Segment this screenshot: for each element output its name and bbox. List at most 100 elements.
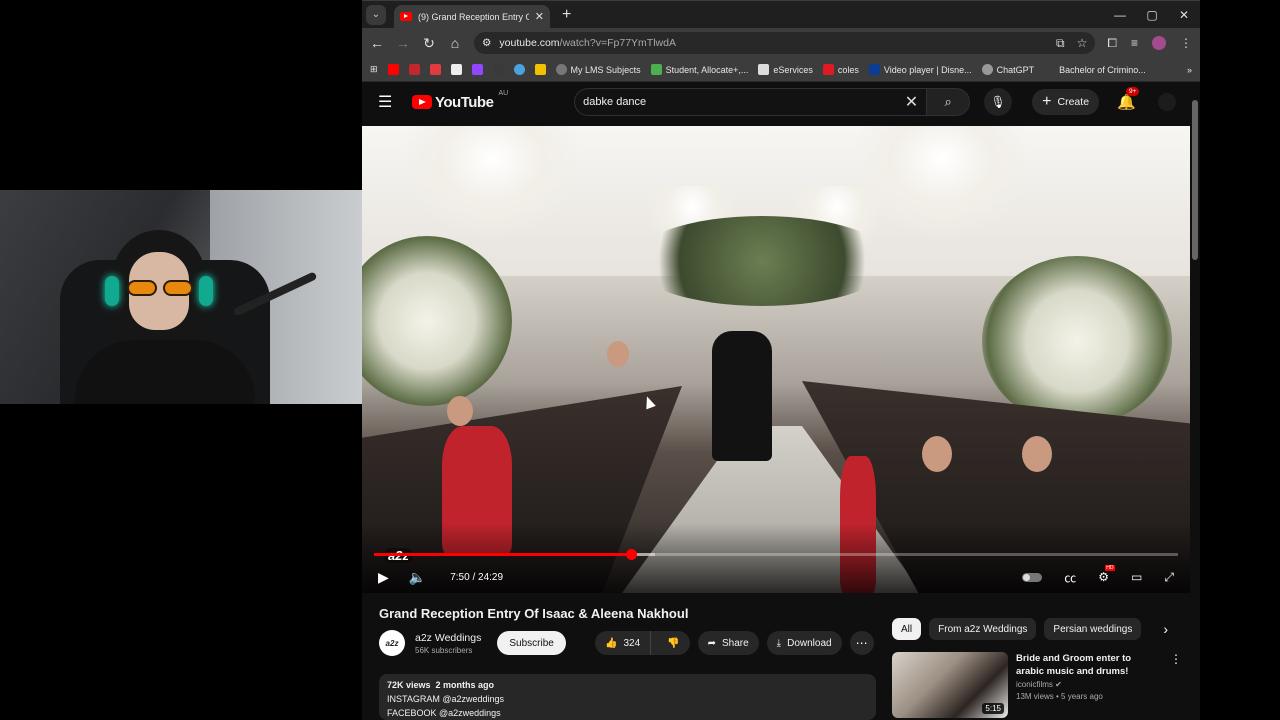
recommended-thumbnail[interactable]: 5:15 [892, 652, 1008, 718]
forward-icon[interactable]: → [396, 35, 410, 51]
minimize-icon[interactable]: — [1104, 8, 1136, 22]
subscribe-button[interactable]: Subscribe [497, 631, 566, 655]
site-info-icon[interactable]: ⚙ [482, 37, 491, 49]
more-bookmarks-icon[interactable]: » [1187, 65, 1192, 75]
autoplay-toggle[interactable] [1022, 572, 1043, 582]
thumbs-down-icon: 👎 [667, 637, 680, 649]
video-actions: 👍 324 👎 ➦ Share ⤓ Download ⋯ [595, 631, 874, 655]
microphone-icon: 🎙 [990, 95, 1006, 109]
chip-all[interactable]: All [892, 618, 922, 640]
page-scrollbar[interactable] [1192, 88, 1198, 720]
url-host: youtube.com [499, 37, 560, 49]
video-player[interactable]: a2z ▶ 🔈 7:50 / 24:29 ㏄ ⚙ ▭ ⤢ [362, 126, 1190, 593]
bookmark-rank-icon[interactable] [429, 64, 441, 75]
clear-search-icon[interactable]: ✕ [905, 92, 918, 112]
description-line: FACEBOOK @a2zweddings [387, 708, 501, 718]
bookmark-allocate[interactable]: Student, Allocate+,... [650, 64, 748, 75]
more-actions-icon[interactable]: ⋯ [849, 631, 874, 655]
scrollbar-thumb[interactable] [1192, 100, 1198, 260]
media-controls-icon[interactable]: ≡ [1131, 36, 1138, 50]
address-bar[interactable]: ⚙ youtube.com/watch?v=Fp77YmTlwdA ⧉ ☆ [474, 32, 1096, 54]
related-chips: All From a2z Weddings Persian weddings › [892, 618, 1168, 640]
headset-icon [105, 276, 119, 306]
bookmark-yellow-icon[interactable] [534, 64, 546, 75]
allocate-icon [650, 64, 662, 75]
played-bar [374, 553, 632, 556]
bookmark-coles[interactable]: coles [822, 64, 859, 75]
video-title: Grand Reception Entry Of Isaac & Aleena … [379, 606, 689, 621]
bookmark-disney[interactable]: Video player | Disne... [868, 64, 972, 75]
bookmark-dark-icon[interactable] [492, 64, 504, 75]
menu-hamburger-icon[interactable]: ☰ [378, 92, 396, 112]
bookmark-lms[interactable]: My LMS Subjects [555, 64, 641, 75]
bookmark-white-icon[interactable] [450, 64, 462, 75]
tab-active[interactable]: (9) Grand Reception Entry Of Isaac ✕ [394, 4, 550, 29]
notifications-button[interactable]: 🔔 9+ [1117, 87, 1140, 111]
maximize-icon[interactable]: ▢ [1136, 8, 1168, 22]
bookmark-eservices[interactable]: eServices [758, 64, 813, 75]
youtube-logo[interactable]: YouTube AU [412, 90, 508, 111]
recommended-channel: iconicfilms ✔ [1016, 680, 1062, 689]
reload-icon[interactable]: ↻ [422, 35, 436, 52]
youtube-favicon-icon [400, 12, 412, 21]
verified-icon: ✔ [1055, 680, 1062, 689]
settings-icon[interactable]: ⚙ [1098, 565, 1115, 584]
share-icon: ➦ [707, 637, 716, 649]
bookmark-criminology[interactable]: Bachelor of Crimino... [1044, 64, 1146, 75]
share-button[interactable]: ➦ Share [697, 631, 759, 655]
dislike-button[interactable]: 👎 [657, 631, 689, 655]
recommended-video[interactable]: 5:15 Bride and Groom enter to arabic mus… [892, 652, 1182, 718]
bookmark-red-icon[interactable] [408, 64, 420, 75]
coles-icon [822, 64, 834, 75]
search-query: dabke dance [583, 96, 647, 108]
volume-icon[interactable]: 🔈 [409, 569, 426, 586]
url-path: /watch?v=Fp77YmTlwdA [559, 37, 676, 49]
account-avatar[interactable] [1157, 93, 1176, 111]
new-tab-button[interactable]: + [562, 6, 571, 24]
chip-persian-weddings[interactable]: Persian weddings [1044, 618, 1142, 640]
close-window-icon[interactable]: ✕ [1168, 8, 1200, 22]
fullscreen-icon[interactable]: ⤢ [1164, 570, 1174, 585]
menu-kebab-icon[interactable]: ⋮ [1180, 36, 1192, 50]
miniplayer-icon[interactable]: ▭ [1131, 570, 1142, 584]
notification-badge: 9+ [1126, 87, 1140, 96]
more-options-icon[interactable]: ⋮ [1170, 652, 1182, 718]
recommended-title[interactable]: Bride and Groom enter to arabic music an… [1016, 652, 1156, 678]
bookmark-star-icon[interactable]: ☆ [1077, 36, 1088, 51]
tab-title: (9) Grand Reception Entry Of Isaac [418, 11, 529, 22]
bookmark-chatgpt[interactable]: ChatGPT [981, 64, 1034, 75]
youtube-play-icon [412, 95, 432, 109]
player-controls: ▶ 🔈 7:50 / 24:29 ㏄ ⚙ ▭ ⤢ [362, 565, 1190, 588]
play-icon[interactable]: ▶ [378, 569, 389, 586]
screen: ⌄ (9) Grand Reception Entry Of Isaac ✕ +… [0, 0, 1280, 720]
tab-strip: ⌄ (9) Grand Reception Entry Of Isaac ✕ +… [362, 0, 1200, 29]
chevron-right-icon[interactable]: › [1163, 621, 1168, 637]
profile-avatar[interactable] [1152, 36, 1166, 50]
description-box[interactable]: 72K views 2 months ago INSTAGRAM @a2zwed… [379, 674, 876, 720]
tab-search-icon[interactable]: ⌄ [366, 4, 386, 25]
channel-name[interactable]: a2z Weddings [415, 632, 481, 644]
bookmark-cloud-icon[interactable] [513, 64, 525, 75]
chip-from-channel[interactable]: From a2z Weddings [929, 618, 1037, 640]
extensions-icon[interactable]: ⧠ [1107, 36, 1117, 51]
voice-search-button[interactable]: 🎙 [984, 88, 1013, 116]
disney-icon [868, 64, 880, 75]
bookmark-twitch-icon[interactable] [471, 64, 483, 75]
chatgpt-icon [981, 64, 993, 75]
apps-grid-icon[interactable]: ⊞ [370, 64, 378, 75]
install-app-icon[interactable]: ⧉ [1056, 36, 1065, 51]
back-icon[interactable]: ← [370, 35, 384, 51]
like-button[interactable]: 👍 324 [595, 631, 652, 655]
channel-avatar[interactable]: a2z [379, 630, 405, 656]
search-input[interactable]: dabke dance ✕ [574, 88, 927, 116]
streamer [75, 230, 255, 404]
bookmark-youtube-icon[interactable] [387, 64, 399, 75]
close-tab-icon[interactable]: ✕ [535, 10, 544, 23]
create-button[interactable]: + Create [1032, 89, 1100, 115]
subscriber-count: 56K subscribers [415, 645, 473, 655]
search-button[interactable]: ⌕ [926, 88, 971, 116]
progress-bar[interactable] [374, 549, 1178, 560]
download-button[interactable]: ⤓ Download [766, 631, 842, 655]
subtitles-icon[interactable]: ㏄ [1064, 569, 1076, 586]
home-icon[interactable]: ⌂ [448, 35, 462, 51]
